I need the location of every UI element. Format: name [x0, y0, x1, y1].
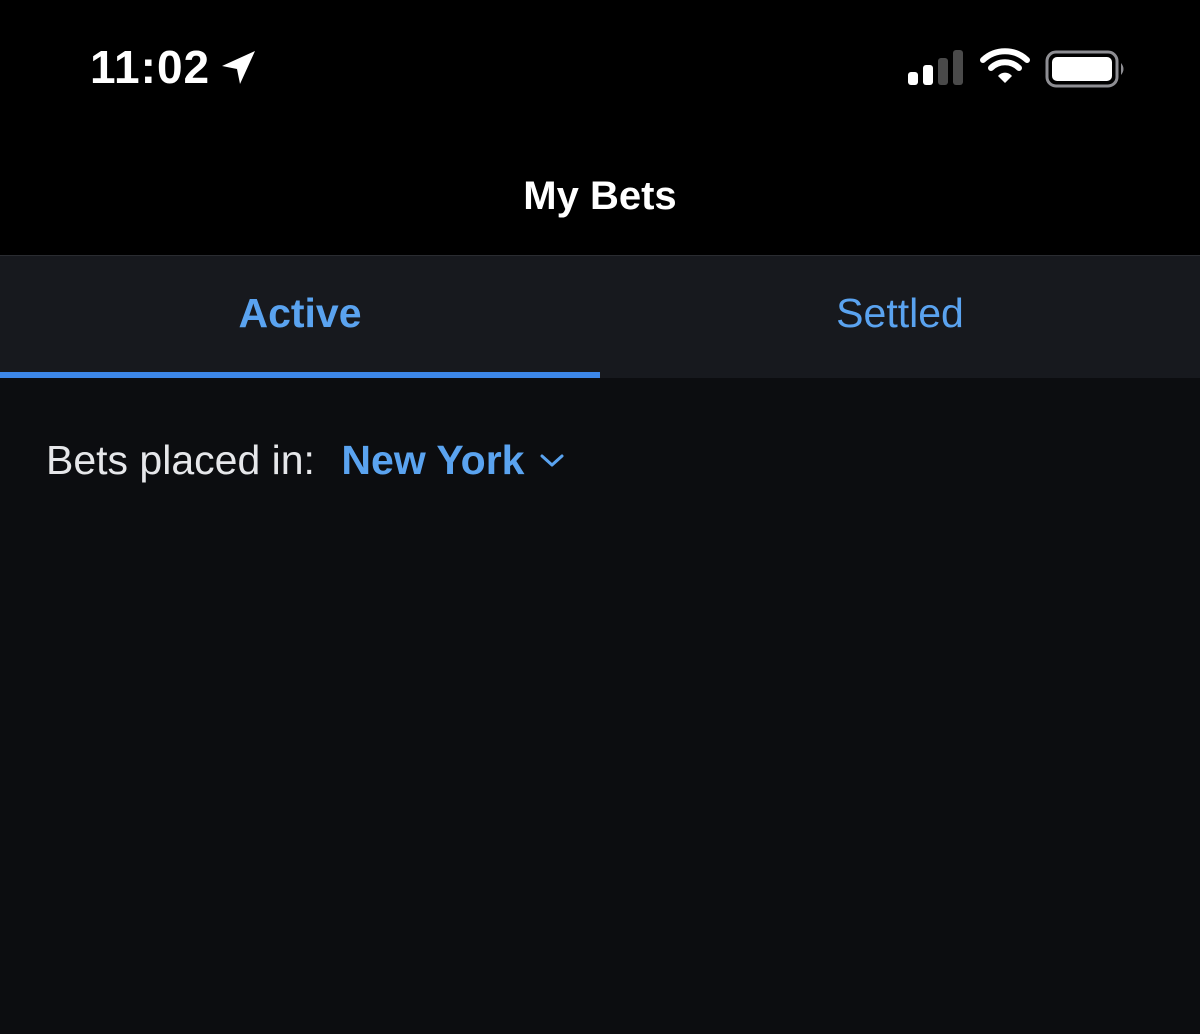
page-title: My Bets — [523, 174, 677, 218]
location-arrow-icon — [222, 51, 255, 84]
tab-settled-label: Settled — [836, 290, 964, 336]
region-value: New York — [341, 437, 525, 483]
battery-icon — [1045, 50, 1124, 88]
tab-active[interactable]: Active — [0, 256, 600, 378]
status-bar: 11:02 — [0, 0, 1200, 130]
chevron-down-icon — [540, 454, 564, 466]
cellular-signal-icon — [908, 50, 963, 85]
tab-settled[interactable]: Settled — [600, 256, 1200, 378]
tab-active-label: Active — [238, 290, 362, 336]
region-dropdown[interactable]: New York — [341, 437, 565, 484]
bets-region-filter: Bets placed in: New York — [46, 437, 565, 497]
my-bets-screen: 11:02 My Bets Active Settled Bets placed… — [0, 0, 1200, 1034]
active-tab-indicator — [0, 372, 600, 378]
tab-bar: Active Settled — [0, 256, 1200, 378]
status-time: 11:02 — [90, 41, 211, 93]
nav-header: My Bets — [0, 130, 1200, 256]
region-filter-label: Bets placed in: — [46, 437, 315, 483]
wifi-icon — [980, 48, 1030, 83]
